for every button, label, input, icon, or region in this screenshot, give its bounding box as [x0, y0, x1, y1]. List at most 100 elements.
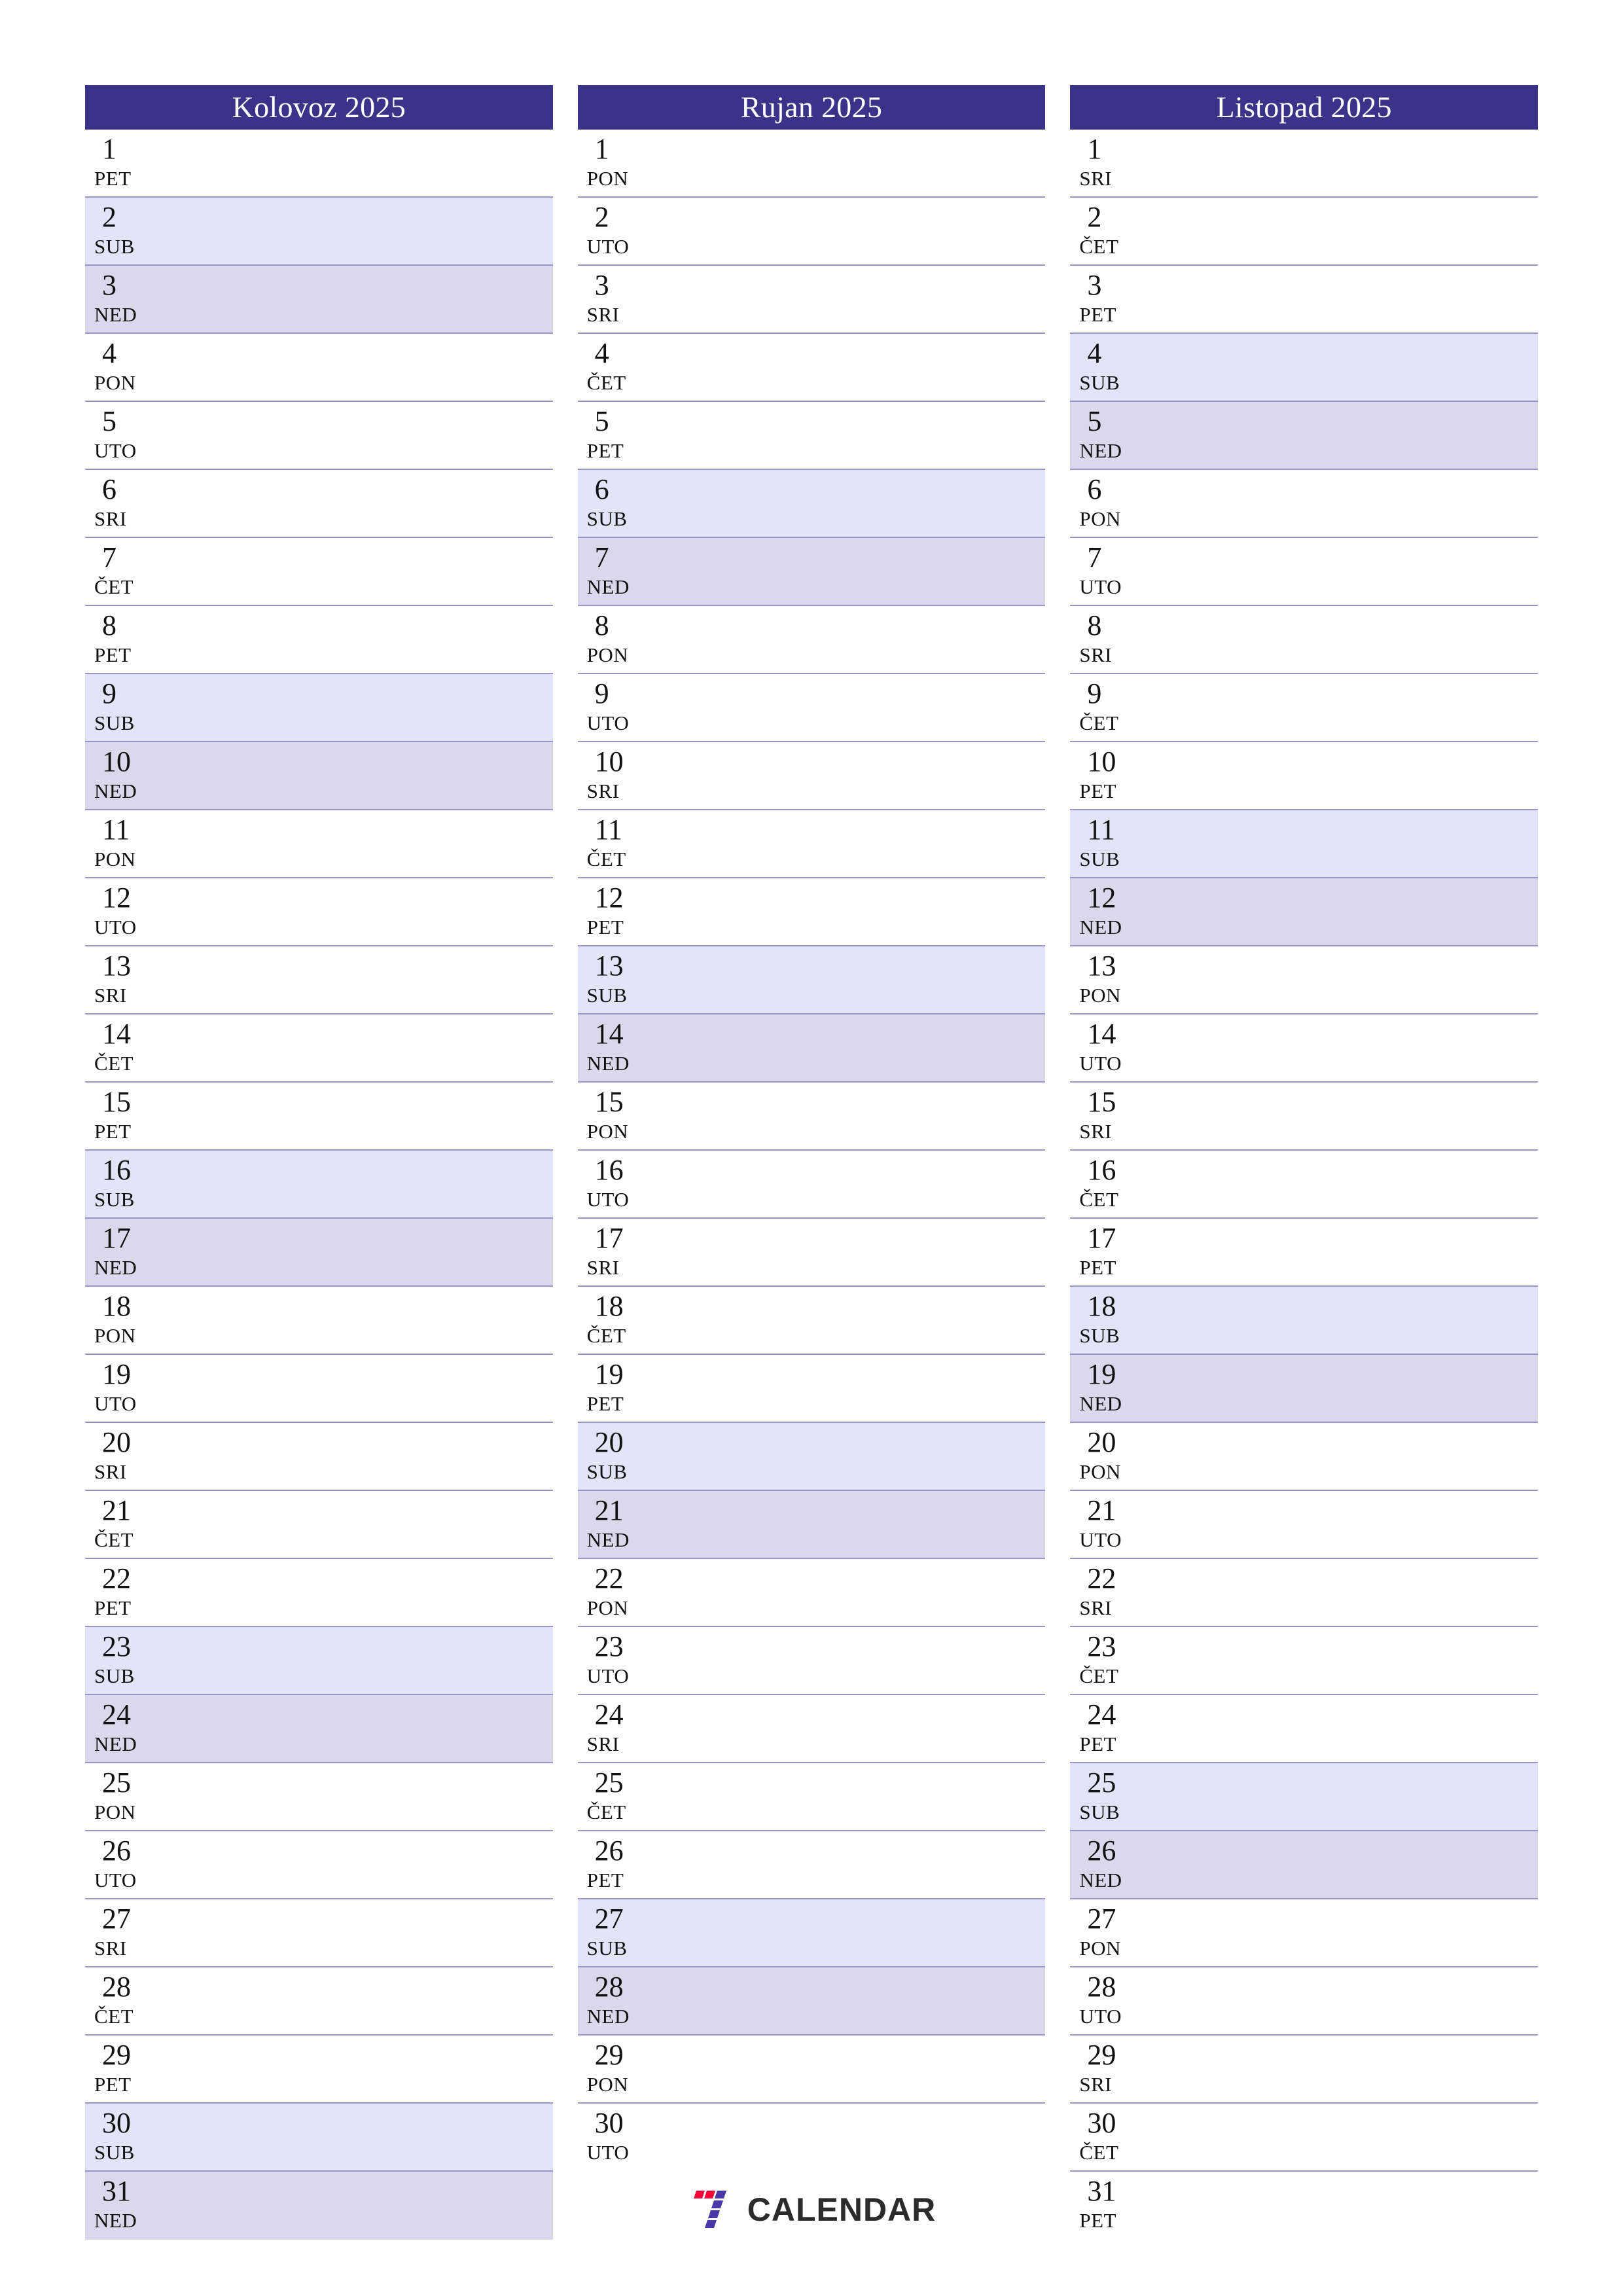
- day-row[interactable]: 22 PET: [85, 1559, 553, 1627]
- day-row[interactable]: 9 SUB: [85, 674, 553, 742]
- day-row[interactable]: 31 PET: [1070, 2172, 1539, 2240]
- day-row[interactable]: 5 NED: [1070, 402, 1539, 470]
- day-row[interactable]: 8 PON: [577, 606, 1046, 674]
- day-row[interactable]: 14 ČET: [85, 1014, 553, 1083]
- day-row[interactable]: 15 PET: [85, 1083, 553, 1151]
- day-row[interactable]: 25 SUB: [1070, 1763, 1539, 1831]
- day-row[interactable]: 27 SRI: [85, 1899, 553, 1967]
- day-weekday-abbr: NED: [94, 780, 137, 802]
- day-row[interactable]: 30 UTO: [577, 2104, 1046, 2172]
- day-row[interactable]: 22 SRI: [1070, 1559, 1539, 1627]
- day-row[interactable]: 1 PET: [85, 130, 553, 198]
- day-row[interactable]: 7 UTO: [1070, 538, 1539, 606]
- day-row[interactable]: 19 PET: [577, 1355, 1046, 1423]
- day-row[interactable]: 6 PON: [1070, 470, 1539, 538]
- day-row[interactable]: 26 UTO: [85, 1831, 553, 1899]
- day-row[interactable]: 20 SUB: [577, 1423, 1046, 1491]
- day-row[interactable]: 5 PET: [577, 402, 1046, 470]
- day-row[interactable]: 1 PON: [577, 130, 1046, 198]
- day-row[interactable]: 23 SUB: [85, 1627, 553, 1695]
- day-row[interactable]: 6 SRI: [85, 470, 553, 538]
- day-row[interactable]: 31 NED: [85, 2172, 553, 2240]
- day-row[interactable]: 24 NED: [85, 1695, 553, 1763]
- day-row[interactable]: 25 ČET: [577, 1763, 1046, 1831]
- day-row[interactable]: 18 ČET: [577, 1287, 1046, 1355]
- day-row[interactable]: 28 UTO: [1070, 1967, 1539, 2036]
- day-row[interactable]: 21 UTO: [1070, 1491, 1539, 1559]
- day-row[interactable]: 27 SUB: [577, 1899, 1046, 1967]
- day-row[interactable]: 4 ČET: [577, 334, 1046, 402]
- day-row[interactable]: 12 NED: [1070, 878, 1539, 946]
- day-row[interactable]: 13 SRI: [85, 946, 553, 1014]
- day-row[interactable]: 7 ČET: [85, 538, 553, 606]
- day-row[interactable]: 15 SRI: [1070, 1083, 1539, 1151]
- day-row[interactable]: 22 PON: [577, 1559, 1046, 1627]
- day-row[interactable]: 19 NED: [1070, 1355, 1539, 1423]
- day-row[interactable]: 30 SUB: [85, 2104, 553, 2172]
- day-row[interactable]: 9 UTO: [577, 674, 1046, 742]
- day-row[interactable]: 10 PET: [1070, 742, 1539, 810]
- day-row[interactable]: 26 PET: [577, 1831, 1046, 1899]
- day-weekday-abbr: ČET: [1079, 1664, 1119, 1687]
- day-row[interactable]: 24 PET: [1070, 1695, 1539, 1763]
- day-row[interactable]: 2 SUB: [85, 198, 553, 266]
- day-row[interactable]: 18 PON: [85, 1287, 553, 1355]
- day-row[interactable]: 11 ČET: [577, 810, 1046, 878]
- day-row[interactable]: 4 PON: [85, 334, 553, 402]
- day-row[interactable]: 17 SRI: [577, 1219, 1046, 1287]
- day-row[interactable]: 11 PON: [85, 810, 553, 878]
- day-row[interactable]: 8 SRI: [1070, 606, 1539, 674]
- day-row[interactable]: 7 NED: [577, 538, 1046, 606]
- day-row[interactable]: 21 NED: [577, 1491, 1046, 1559]
- day-number: 3: [1087, 269, 1102, 301]
- day-row[interactable]: 4 SUB: [1070, 334, 1539, 402]
- day-row[interactable]: 16 SUB: [85, 1151, 553, 1219]
- day-row[interactable]: 5 UTO: [85, 402, 553, 470]
- day-row[interactable]: 9 ČET: [1070, 674, 1539, 742]
- day-row[interactable]: 12 UTO: [85, 878, 553, 946]
- day-row[interactable]: 21 ČET: [85, 1491, 553, 1559]
- day-row[interactable]: 1 SRI: [1070, 130, 1539, 198]
- day-row[interactable]: 20 SRI: [85, 1423, 553, 1491]
- day-row[interactable]: 29 PET: [85, 2036, 553, 2104]
- day-weekday-abbr: PET: [1079, 780, 1116, 802]
- day-row[interactable]: 24 SRI: [577, 1695, 1046, 1763]
- day-row[interactable]: 25 PON: [85, 1763, 553, 1831]
- day-row[interactable]: 29 PON: [577, 2036, 1046, 2104]
- day-row[interactable]: 17 PET: [1070, 1219, 1539, 1287]
- day-row[interactable]: 16 UTO: [577, 1151, 1046, 1219]
- day-row[interactable]: 28 NED: [577, 1967, 1046, 2036]
- month-column-rujan: Rujan 2025 1 PON 2 UTO 3 SRI 4 ČET 5 PET 6 SUB 7 NED 8 P…: [577, 85, 1046, 2240]
- day-number: 31: [1087, 2175, 1116, 2207]
- day-row[interactable]: 13 PON: [1070, 946, 1539, 1014]
- day-row[interactable]: 28 ČET: [85, 1967, 553, 2036]
- day-row[interactable]: 14 NED: [577, 1014, 1046, 1083]
- day-row[interactable]: 11 SUB: [1070, 810, 1539, 878]
- day-row[interactable]: 13 SUB: [577, 946, 1046, 1014]
- day-row[interactable]: 12 PET: [577, 878, 1046, 946]
- day-row[interactable]: 3 NED: [85, 266, 553, 334]
- day-row[interactable]: 17 NED: [85, 1219, 553, 1287]
- day-row[interactable]: 18 SUB: [1070, 1287, 1539, 1355]
- day-row[interactable]: 16 ČET: [1070, 1151, 1539, 1219]
- day-row[interactable]: 30 ČET: [1070, 2104, 1539, 2172]
- day-row[interactable]: 3 PET: [1070, 266, 1539, 334]
- day-row[interactable]: 14 UTO: [1070, 1014, 1539, 1083]
- day-row[interactable]: 15 PON: [577, 1083, 1046, 1151]
- day-row[interactable]: 26 NED: [1070, 1831, 1539, 1899]
- day-row[interactable]: 8 PET: [85, 606, 553, 674]
- day-number: 28: [594, 1971, 624, 2003]
- day-row[interactable]: 23 ČET: [1070, 1627, 1539, 1695]
- day-row[interactable]: 3 SRI: [577, 266, 1046, 334]
- day-row[interactable]: 2 UTO: [577, 198, 1046, 266]
- day-row[interactable]: 2 ČET: [1070, 198, 1539, 266]
- day-row[interactable]: 27 PON: [1070, 1899, 1539, 1967]
- day-row[interactable]: 23 UTO: [577, 1627, 1046, 1695]
- day-weekday-abbr: PON: [586, 2073, 629, 2096]
- day-row[interactable]: 6 SUB: [577, 470, 1046, 538]
- day-row[interactable]: 10 SRI: [577, 742, 1046, 810]
- day-row[interactable]: 29 SRI: [1070, 2036, 1539, 2104]
- day-row[interactable]: 10 NED: [85, 742, 553, 810]
- day-row[interactable]: 20 PON: [1070, 1423, 1539, 1491]
- day-row[interactable]: 19 UTO: [85, 1355, 553, 1423]
